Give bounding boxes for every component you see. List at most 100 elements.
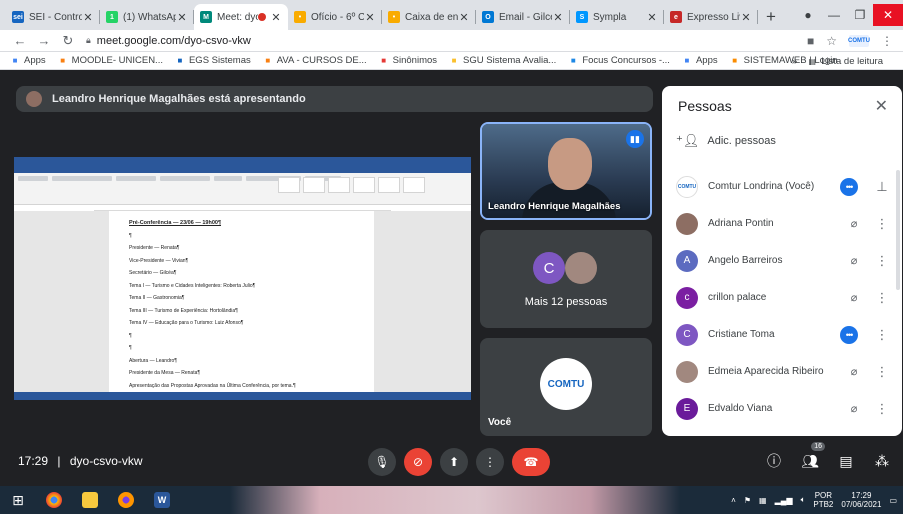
browser-tab[interactable]: • Ofício - 6º Co✕: [288, 4, 382, 30]
minimize-button[interactable]: —: [821, 8, 847, 22]
profile-avatar[interactable]: COMTU: [848, 34, 870, 47]
participant-row[interactable]: c crillon palace ⌀ ⋮: [662, 279, 902, 316]
bookmark-item[interactable]: ■ Apps: [682, 55, 718, 66]
more-people-tile[interactable]: C Mais 12 pessoas: [480, 230, 652, 328]
bookmark-item[interactable]: ■ SGU Sistema Avalia...: [449, 55, 557, 66]
shared-screen: Pré-Conferência — 23/06 — 19h00¶ ¶ Preside…: [14, 157, 471, 400]
close-window-button[interactable]: ✕: [873, 4, 903, 26]
reading-list-button[interactable]: ▤ Lista de leitura: [807, 56, 883, 67]
presenter-video-tile[interactable]: ▮▮ Leandro Henrique Magalhães: [480, 122, 652, 220]
tab-close-icon[interactable]: ✕: [646, 11, 658, 24]
tab-close-icon[interactable]: ✕: [740, 11, 752, 24]
bookmark-item[interactable]: ■ Focus Concursos -...: [568, 55, 670, 66]
self-video-tile[interactable]: COMTU Você: [480, 338, 652, 436]
browser-tab[interactable]: O Email - Gilce ✕: [476, 4, 570, 30]
profile-icon[interactable]: ●: [795, 8, 821, 22]
clock[interactable]: 17:29 07/06/2021: [841, 491, 881, 509]
restore-button[interactable]: ❐: [847, 8, 873, 22]
bookmark-star-icon[interactable]: ☆: [826, 34, 837, 48]
participant-avatar: A: [676, 249, 698, 272]
microphone-button[interactable]: 🎙︎: [368, 448, 396, 476]
activities-button[interactable]: ⁂: [871, 450, 893, 472]
flag-icon[interactable]: ⚑: [744, 496, 751, 505]
tab-close-icon[interactable]: ✕: [458, 11, 470, 24]
bookmark-item[interactable]: ■ Sinônimos: [379, 55, 437, 66]
meeting-details-button[interactable]: ⓘ: [763, 450, 785, 472]
network-icon[interactable]: ▦: [759, 496, 767, 505]
meeting-time: 17:29: [18, 454, 49, 468]
activities-icon: ⁂: [875, 452, 889, 469]
browser-tab[interactable]: • Caixa de entr✕: [382, 4, 476, 30]
browser-tab[interactable]: 1 (1) WhatsApp✕: [100, 4, 194, 30]
participant-row[interactable]: Adriana Pontin ⌀ ⋮: [662, 205, 902, 242]
signal-icon[interactable]: ▂▄▆: [775, 496, 793, 505]
tray-chevron-icon[interactable]: ˄: [731, 496, 736, 505]
participant-more-icon[interactable]: ⋮: [874, 216, 890, 232]
close-icon[interactable]: ✕: [875, 96, 888, 116]
participant-name: Edvaldo Viana: [708, 403, 773, 414]
tab-close-icon[interactable]: ✕: [176, 11, 188, 24]
new-tab-button[interactable]: +: [758, 4, 784, 30]
outlook-icon: O: [482, 11, 494, 23]
tab-close-icon[interactable]: ✕: [270, 11, 282, 24]
notifications-icon[interactable]: ▭: [889, 496, 897, 505]
participant-row[interactable]: COMTU Comtur Londrina (Você) ••• ⊥: [662, 168, 902, 205]
meeting-info: 17:29 | dyo-csvo-vkw: [18, 454, 143, 468]
browser-tab[interactable]: M Meet: dyo ✕: [194, 4, 288, 30]
tab-title: Expresso Livr: [687, 11, 740, 23]
reading-list-icon: ▤: [808, 56, 816, 66]
camera-in-use-icon[interactable]: ■: [807, 34, 814, 48]
input-language[interactable]: POR PTB2: [813, 491, 833, 509]
participant-row[interactable]: C Cristiane Toma ••• ⋮: [662, 316, 902, 353]
tab-close-icon[interactable]: ✕: [82, 11, 94, 24]
taskbar-chrome[interactable]: [36, 486, 72, 514]
back-icon[interactable]: ←: [10, 33, 30, 48]
more-options-button[interactable]: ⋮: [476, 448, 504, 476]
start-button[interactable]: ⊞: [0, 486, 36, 514]
add-people-button[interactable]: ⁺👤︎ Adic. pessoas: [662, 126, 902, 156]
people-button[interactable]: 👥︎ 16: [799, 442, 825, 472]
bookmark-item[interactable]: ■ AVA - CURSOS DE...: [263, 55, 366, 66]
volume-icon[interactable]: 🔈︎: [801, 495, 806, 505]
pin-icon[interactable]: ⊥: [874, 179, 890, 195]
forward-icon[interactable]: →: [34, 33, 54, 48]
reload-icon[interactable]: ↻: [58, 33, 78, 49]
participant-name: Cristiane Toma: [708, 329, 775, 340]
egs-icon: ■: [177, 56, 183, 65]
bookmarks-more-button[interactable]: »: [792, 56, 797, 67]
participant-more-icon[interactable]: ⋮: [874, 327, 890, 343]
moodle-icon: ■: [265, 56, 271, 65]
taskbar-file-explorer[interactable]: [72, 486, 108, 514]
menu-kebab-icon[interactable]: ⋮: [881, 34, 893, 48]
tab-close-icon[interactable]: ✕: [364, 11, 376, 24]
chat-button[interactable]: ▤: [835, 450, 857, 472]
browser-tab[interactable]: e Expresso Livr✕: [664, 4, 758, 30]
url-field[interactable]: 🔒︎ meet.google.com/dyo-csvo-vkw: [82, 32, 807, 50]
document-line: Abertura — Leandro¶: [129, 357, 177, 364]
taskbar-firefox[interactable]: [108, 486, 144, 514]
browser-tab[interactable]: sei SEI - Controle✕: [6, 4, 100, 30]
bookmark-item[interactable]: ■ MOODLE- UNICEN...: [58, 55, 163, 66]
present-button[interactable]: ⬆︎: [440, 448, 468, 476]
lock-icon[interactable]: 🔒︎: [86, 35, 91, 46]
participant-more-icon[interactable]: ⋮: [874, 253, 890, 269]
people-scrollbar[interactable]: [896, 170, 900, 290]
participant-more-icon[interactable]: ⋮: [874, 290, 890, 306]
sistemaweb-icon: ■: [732, 56, 738, 65]
leave-call-button[interactable]: ☎︎: [512, 448, 550, 476]
browser-tab[interactable]: S Sympla ✕: [570, 4, 664, 30]
participant-row[interactable]: Edmeia Aparecida Ribeiro ⌀ ⋮: [662, 353, 902, 390]
taskbar-word[interactable]: W: [144, 486, 180, 514]
bookmark-item[interactable]: ■ Apps: [10, 55, 46, 66]
bookmark-list: ■ Apps ■ MOODLE- UNICEN... ■ EGS Sistemas ■ AVA…: [10, 55, 850, 66]
bookmark-item[interactable]: ■ EGS Sistemas: [175, 55, 251, 66]
participant-row[interactable]: A Angelo Barreiros ⌀ ⋮: [662, 242, 902, 279]
camera-off-button[interactable]: ⊘: [404, 448, 432, 476]
sei-icon: sei: [12, 11, 24, 23]
participant-avatar: [676, 360, 698, 383]
bookmark-label: Apps: [24, 55, 46, 66]
participant-row[interactable]: E Edvaldo Viana ⌀ ⋮: [662, 390, 902, 427]
participant-more-icon[interactable]: ⋮: [874, 364, 890, 380]
participant-more-icon[interactable]: ⋮: [874, 401, 890, 417]
tab-close-icon[interactable]: ✕: [552, 11, 564, 24]
